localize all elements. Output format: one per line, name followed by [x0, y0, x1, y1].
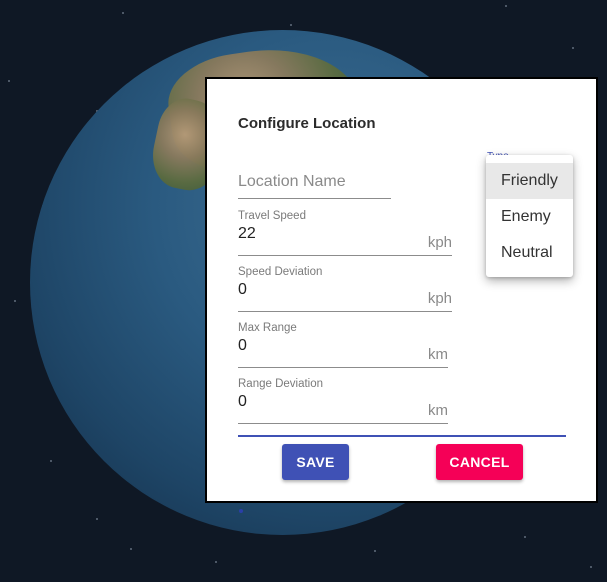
type-option-neutral[interactable]: Neutral: [486, 235, 573, 271]
unit-label: kph: [427, 234, 452, 251]
save-button[interactable]: SAVE: [282, 444, 349, 480]
field-label: Travel Speed: [238, 210, 306, 222]
unit-label: km: [428, 402, 448, 419]
type-dropdown-menu: Friendly Enemy Neutral: [486, 155, 573, 277]
range-deviation-input[interactable]: 0: [238, 393, 448, 411]
location-marker[interactable]: [239, 509, 243, 513]
field-label: Max Range: [238, 322, 297, 334]
input-underline: [238, 255, 452, 256]
configure-location-dialog: Configure Location Travel Speed 22 kph S…: [205, 77, 598, 503]
max-range-input[interactable]: 0: [238, 337, 448, 355]
unit-label: kph: [427, 290, 452, 307]
max-range-field[interactable]: Max Range 0 km: [238, 322, 448, 368]
dialog-title: Configure Location: [238, 115, 376, 132]
speed-deviation-field[interactable]: Speed Deviation 0 kph: [238, 266, 452, 312]
cancel-button[interactable]: CANCEL: [436, 444, 523, 480]
unit-label: km: [428, 346, 448, 363]
input-underline: [238, 423, 448, 424]
location-name-input[interactable]: [238, 173, 391, 191]
type-option-enemy[interactable]: Enemy: [486, 199, 573, 235]
field-label: Speed Deviation: [238, 266, 323, 278]
input-underline: [238, 367, 448, 368]
input-underline: [238, 311, 452, 312]
travel-speed-input[interactable]: 22: [238, 225, 452, 243]
field-label: Range Deviation: [238, 378, 324, 390]
type-select-underline: [238, 435, 566, 437]
type-option-friendly[interactable]: Friendly: [486, 163, 573, 199]
speed-deviation-input[interactable]: 0: [238, 281, 452, 299]
range-deviation-field[interactable]: Range Deviation 0 km: [238, 378, 448, 424]
travel-speed-field[interactable]: Travel Speed 22 kph: [238, 210, 452, 256]
input-underline: [238, 198, 391, 199]
location-name-field[interactable]: [238, 173, 391, 199]
